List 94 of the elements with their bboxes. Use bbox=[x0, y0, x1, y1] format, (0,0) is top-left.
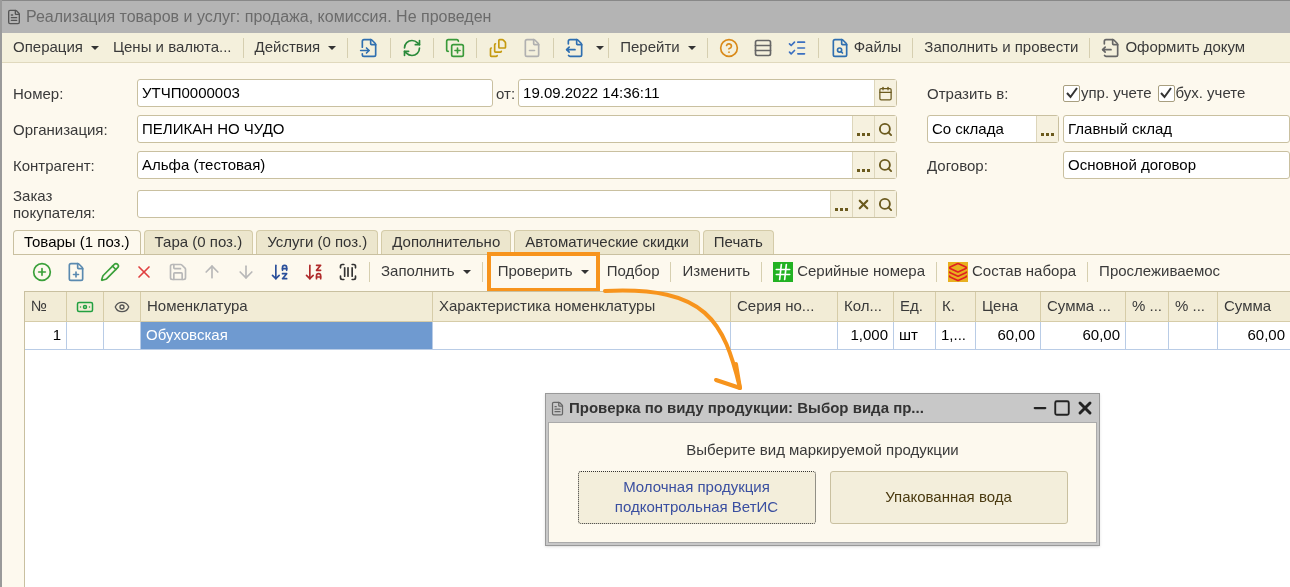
document-icon bbox=[550, 400, 565, 416]
tracking-button[interactable]: Прослеживаемос bbox=[1092, 257, 1228, 286]
table-cell: 60,00 bbox=[1218, 322, 1290, 350]
choice-button[interactable]: Упакованная вода bbox=[829, 470, 1068, 524]
copy-plus-icon[interactable] bbox=[445, 37, 466, 58]
window-title: Реализация товаров и услуг: продажа, комиссия. Не проведен bbox=[26, 7, 492, 27]
document-arrow-icon[interactable] bbox=[359, 37, 380, 58]
table-cell: шт bbox=[894, 322, 936, 350]
counterparty-field[interactable]: Альфа (тестовая) bbox=[137, 151, 897, 179]
fill-menu[interactable]: Заполнить bbox=[374, 257, 478, 286]
field-label: Отразить в: bbox=[927, 84, 1010, 102]
column-header[interactable]: Цена bbox=[976, 292, 1041, 322]
search-icon[interactable] bbox=[878, 121, 893, 137]
contract-field[interactable]: Основной договор bbox=[1063, 151, 1290, 179]
tab[interactable]: Товары (1 поз.) bbox=[13, 230, 141, 254]
dialog-title: Проверка по виду продукции: Выбор вида пр... bbox=[569, 397, 925, 418]
maximize-icon[interactable] bbox=[1053, 399, 1071, 417]
calendar-icon[interactable] bbox=[878, 85, 893, 101]
kit-button[interactable]: Состав набора bbox=[941, 257, 1084, 286]
rows-icon[interactable] bbox=[752, 37, 773, 58]
column-header[interactable]: Ед. bbox=[894, 292, 936, 322]
ellipsis-icon[interactable] bbox=[830, 191, 852, 217]
table-cell: 1 bbox=[25, 322, 67, 350]
table-cell: 60,00 bbox=[976, 322, 1041, 350]
document-plus-icon[interactable] bbox=[66, 261, 86, 282]
document-icon bbox=[6, 9, 22, 25]
document-export-icon[interactable] bbox=[565, 37, 586, 58]
caret-icon bbox=[580, 269, 589, 274]
fill-and-post-button[interactable]: Заполнить и провести bbox=[917, 33, 1086, 62]
caret-icon bbox=[90, 45, 99, 50]
date-field[interactable]: 19.09.2022 14:36:11 bbox=[518, 79, 897, 107]
search-icon[interactable] bbox=[878, 196, 893, 212]
actions-menu[interactable]: Действия bbox=[247, 33, 344, 62]
check-menu[interactable]: Проверить bbox=[490, 257, 596, 286]
pencil-icon[interactable] bbox=[100, 261, 120, 282]
tab[interactable]: Услуги (0 поз.) bbox=[256, 230, 379, 254]
field-label: Договор: bbox=[927, 156, 989, 174]
field-label: Заказ покупателя: bbox=[13, 187, 97, 221]
tab[interactable]: Автоматические скидки bbox=[514, 230, 700, 254]
warehouse-field[interactable]: Главный склад bbox=[1063, 115, 1290, 143]
caret-icon bbox=[687, 45, 696, 50]
column-header[interactable]: Сумма ... bbox=[1041, 292, 1126, 322]
checkbox-label: бух. учете bbox=[1175, 82, 1246, 103]
column-header[interactable] bbox=[67, 292, 104, 322]
barcode-icon[interactable] bbox=[338, 261, 358, 282]
tab[interactable]: Дополнительно bbox=[381, 230, 512, 254]
table-cell: 60,00 bbox=[1041, 322, 1126, 350]
create-document-button[interactable]: Оформить докум bbox=[1094, 33, 1253, 62]
number-field[interactable]: УТЧП0000003 bbox=[137, 79, 493, 107]
document-arrow-icon bbox=[1101, 37, 1122, 58]
layers-icon bbox=[948, 261, 968, 282]
column-header[interactable]: % ... bbox=[1169, 292, 1218, 322]
ellipsis-icon[interactable] bbox=[852, 152, 874, 178]
column-header[interactable]: № bbox=[25, 292, 67, 322]
order-field[interactable] bbox=[137, 190, 897, 218]
checkbox[interactable] bbox=[1063, 84, 1080, 102]
operation-menu[interactable]: Операция bbox=[6, 33, 106, 62]
choice-button[interactable]: Молочная продукция подконтрольная ВетИС bbox=[577, 470, 816, 524]
tab[interactable]: Печать bbox=[702, 230, 774, 254]
change-button[interactable]: Изменить bbox=[675, 257, 758, 286]
column-header[interactable]: Серия но... bbox=[731, 292, 838, 322]
dialog-prompt: Выберите вид маркируемой продукции bbox=[686, 440, 959, 460]
refresh-icon[interactable] bbox=[402, 37, 423, 58]
ellipsis-icon[interactable] bbox=[852, 116, 874, 142]
column-header[interactable]: Характеристика номенклатуры bbox=[433, 292, 731, 322]
table-cell: 1,000 bbox=[838, 322, 894, 350]
tab[interactable]: Тара (0 поз.) bbox=[143, 230, 254, 254]
caret-icon bbox=[328, 45, 337, 50]
ellipsis-icon[interactable] bbox=[1036, 116, 1058, 142]
search-icon[interactable] bbox=[878, 157, 893, 173]
table-cell: Обуховская bbox=[141, 322, 433, 350]
pick-button[interactable]: Подбор bbox=[599, 257, 667, 286]
warehouse-mode-field[interactable]: Со склада bbox=[927, 115, 1059, 143]
column-header[interactable] bbox=[104, 292, 141, 322]
column-header[interactable]: Сумма bbox=[1218, 292, 1290, 322]
prices-button[interactable]: Цены и валюта... bbox=[105, 33, 239, 62]
field-label: Организация: bbox=[13, 120, 109, 138]
field-label: от: bbox=[495, 84, 517, 102]
goto-menu[interactable]: Перейти bbox=[613, 33, 703, 62]
caret-icon bbox=[596, 45, 605, 50]
table-cell: 1,... bbox=[936, 322, 976, 350]
add-icon[interactable] bbox=[32, 261, 52, 282]
caret-icon bbox=[462, 269, 471, 274]
field-label: Номер: bbox=[13, 84, 65, 102]
organization-field[interactable]: ПЕЛИКАН НО ЧУДО bbox=[137, 115, 897, 143]
serial-numbers-button[interactable]: Серийные номера bbox=[766, 257, 932, 286]
number-sign-icon bbox=[773, 261, 794, 282]
checkbox-label: упр. учете bbox=[1081, 82, 1152, 103]
files-button[interactable]: Файлы bbox=[822, 33, 909, 62]
column-header[interactable]: % ... bbox=[1126, 292, 1169, 322]
column-header[interactable]: Кол... bbox=[838, 292, 894, 322]
field-label: Контрагент: bbox=[13, 156, 96, 174]
checkbox[interactable] bbox=[1157, 84, 1175, 102]
column-header[interactable]: К. bbox=[936, 292, 976, 322]
